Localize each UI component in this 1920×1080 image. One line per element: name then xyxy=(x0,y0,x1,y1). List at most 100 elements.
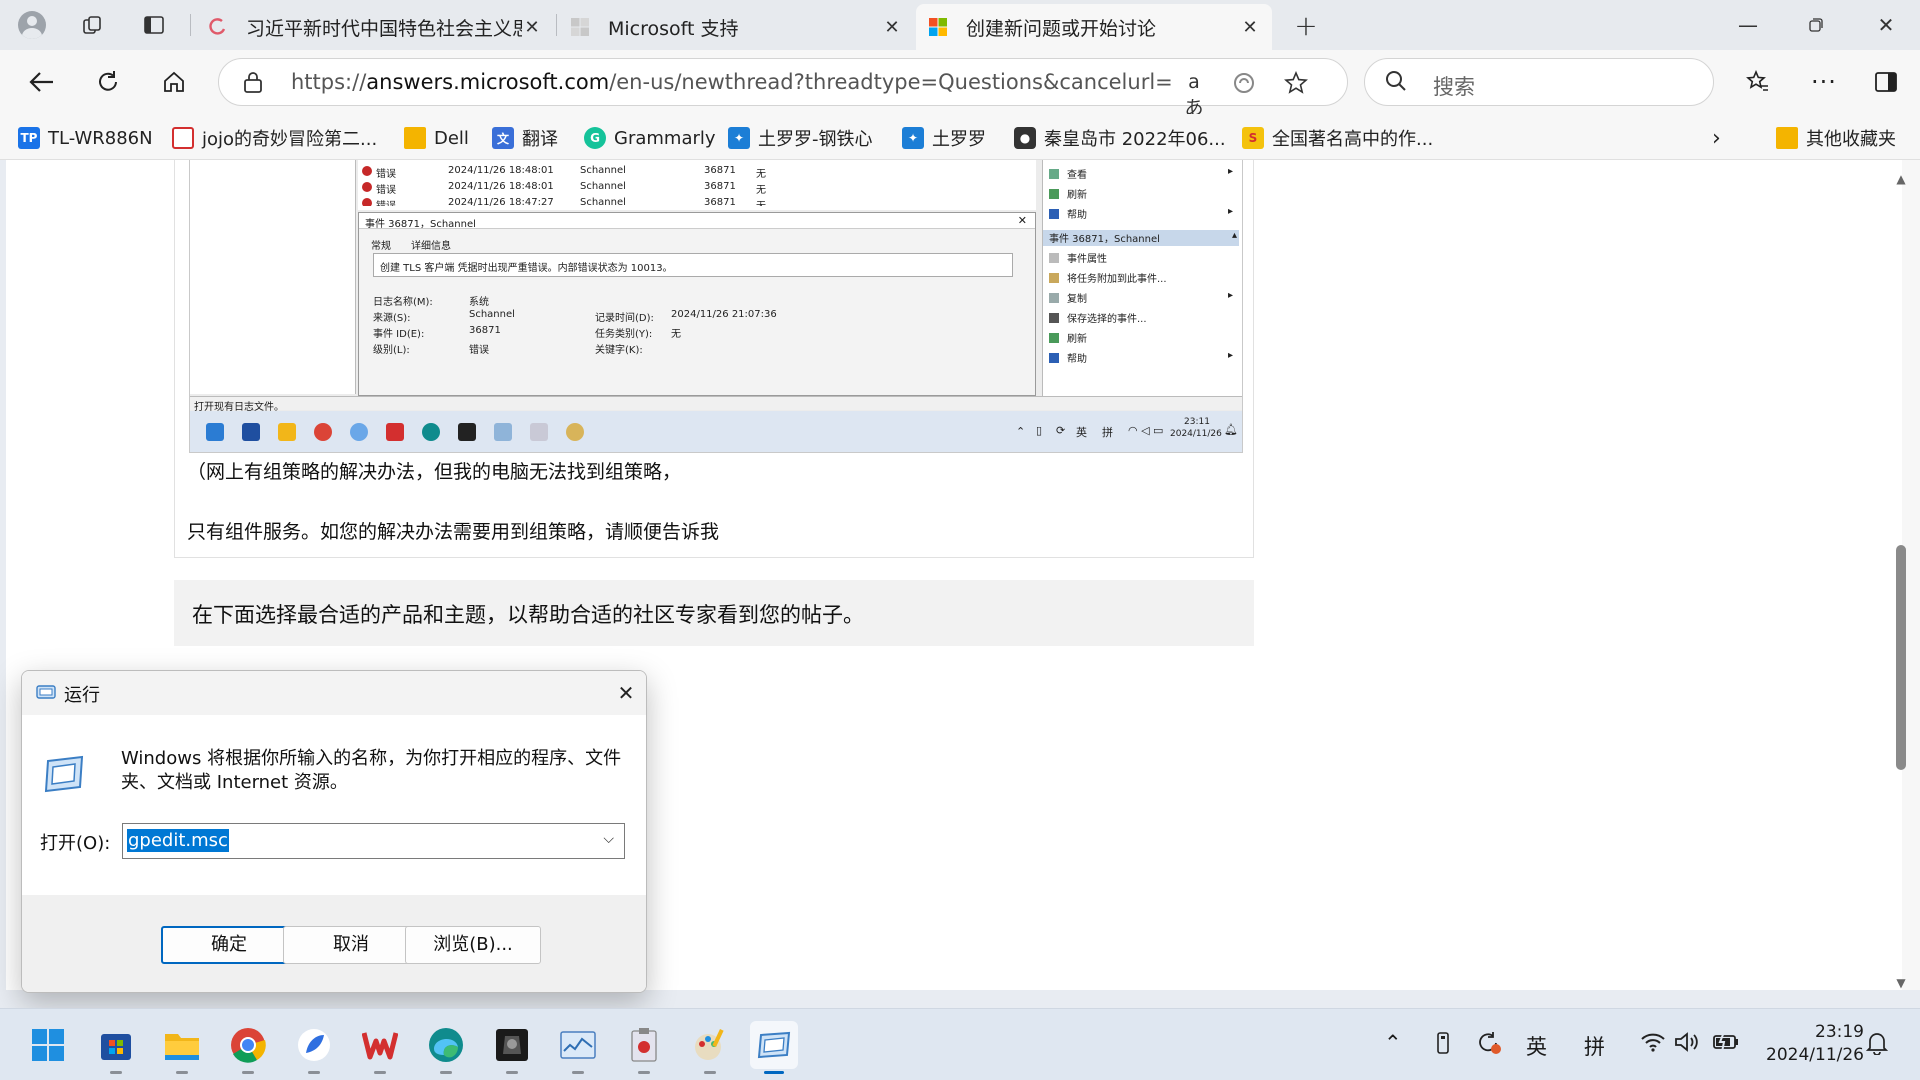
run-dialog-title: 运行 xyxy=(64,685,100,706)
run-app-icon[interactable] xyxy=(750,1021,798,1074)
cancel-button[interactable]: 取消 xyxy=(283,926,419,964)
favorite-label: 土罗罗-钢铁心 xyxy=(758,129,873,150)
post-text-line: （网上有组策略的解决办法，但我的电脑无法找到组策略， xyxy=(187,461,682,483)
close-tab-icon[interactable]: ✕ xyxy=(1240,17,1260,38)
event-detail-pane: 事件 36871，Schannel ✕ 常规 详细信息 创建 TLS 客户端 凭据… xyxy=(358,212,1036,396)
ime-language-indicator[interactable]: 英 xyxy=(1526,1031,1547,1061)
other-favorites-label: 其他收藏夹 xyxy=(1806,129,1896,150)
favorite-qinhuangdao[interactable]: ● 秦皇岛市 2022年06... xyxy=(1014,124,1226,152)
back-arrow-icon[interactable] xyxy=(24,64,60,100)
game-icon: ✦ xyxy=(902,127,924,149)
run-command-value[interactable]: gpedit.msc xyxy=(127,829,229,852)
read-aloud-icon[interactable]: aあ xyxy=(1181,71,1207,119)
sync-icon[interactable] xyxy=(1231,71,1257,97)
battery-charging-icon[interactable] xyxy=(1712,1031,1740,1058)
event-tree-pane xyxy=(190,160,356,394)
run-dialog-titlebar[interactable]: 运行 ✕ xyxy=(22,671,646,715)
profile-avatar-icon[interactable] xyxy=(16,10,48,40)
system-clock[interactable]: 23:19 2024/11/26 xyxy=(1762,1021,1864,1067)
favorite-jojo[interactable]: jojo的奇妙冒险第二... xyxy=(172,124,377,152)
task-app-icon[interactable] xyxy=(620,1021,668,1074)
chrome-icon[interactable] xyxy=(224,1021,272,1074)
vertical-tabs-icon[interactable] xyxy=(138,10,170,40)
volume-icon[interactable] xyxy=(1674,1031,1700,1058)
event-row: 错误 2024/11/26 18:48:01 Schannel 36871 无 xyxy=(358,180,1018,196)
system-monitor-icon[interactable] xyxy=(554,1021,602,1074)
run-dialog-description: Windows 将根据你所输入的名称，为你打开相应的程序、文件夹、文档或 Int… xyxy=(121,748,622,793)
scroll-up-arrow-icon[interactable]: ▲ xyxy=(1894,172,1908,186)
favorite-turoro-steel-heart[interactable]: ✦ 土罗罗-钢铁心 xyxy=(728,124,873,152)
close-icon[interactable]: ✕ xyxy=(610,677,642,709)
browser-toolbar: https://answers.microsoft.com/en-us/newt… xyxy=(0,50,1920,119)
folder-icon xyxy=(404,127,426,149)
home-icon[interactable] xyxy=(156,64,192,100)
sync-status-icon[interactable] xyxy=(1476,1031,1502,1060)
favorite-grammarly[interactable]: G Grammarly xyxy=(584,124,716,152)
translate-icon: 文 xyxy=(492,127,514,149)
microsoft-logo-icon xyxy=(571,18,589,36)
minimize-icon[interactable]: — xyxy=(1724,10,1772,40)
clock-date: 2024/11/26 xyxy=(1766,1045,1864,1065)
wifi-icon[interactable] xyxy=(1640,1031,1666,1058)
tab-title: 习近平新时代中国特色社会主义思 xyxy=(246,17,522,40)
tab-create-new-question[interactable]: 创建新问题或开始讨论 ✕ xyxy=(916,4,1272,50)
refresh-icon[interactable] xyxy=(90,64,126,100)
address-bar[interactable]: https://answers.microsoft.com/en-us/newt… xyxy=(218,58,1348,119)
game-app-icon[interactable] xyxy=(488,1021,536,1074)
scroll-down-arrow-icon[interactable]: ▼ xyxy=(1894,976,1908,990)
event-row: 错误 2024/11/26 18:48:01 Schannel 36871 无 xyxy=(358,164,1018,180)
browse-button[interactable]: 浏览(B)... xyxy=(405,926,541,964)
more-options-icon[interactable]: ··· xyxy=(1806,64,1842,100)
search-box[interactable]: 搜索 xyxy=(1364,58,1714,106)
chevron-down-icon[interactable]: ⌵ xyxy=(603,831,614,847)
restore-icon[interactable] xyxy=(1792,10,1840,40)
feather-app-icon[interactable] xyxy=(290,1021,338,1074)
tab-title: 创建新问题或开始讨论 xyxy=(966,17,1157,40)
close-tab-icon[interactable]: ✕ xyxy=(522,17,542,38)
tab-strip: 习近平新时代中国特色社会主义思 ✕ Microsoft 支持 ✕ 创建新问题或开… xyxy=(0,0,1920,50)
run-dialog: 运行 ✕ Windows 将根据你所输入的名称，为你打开相应的程序、文件夹、文档… xyxy=(21,670,647,993)
chevron-right-icon[interactable]: › xyxy=(1712,124,1721,152)
sidebar-toggle-icon[interactable] xyxy=(1868,64,1904,100)
favorite-label: Grammarly xyxy=(614,127,716,149)
favorites-list-icon[interactable] xyxy=(1740,64,1776,100)
usb-device-icon[interactable] xyxy=(1434,1031,1452,1060)
favorite-tl-wr886n[interactable]: TP TL-WR886N xyxy=(18,124,153,152)
wps-icon[interactable] xyxy=(356,1021,404,1074)
close-tab-icon[interactable]: ✕ xyxy=(882,17,902,38)
favorite-translate[interactable]: 文 翻译 xyxy=(492,124,558,152)
ime-mode-indicator[interactable]: 拼 xyxy=(1584,1031,1605,1061)
post-text-line: 只有组件服务。如您的解决办法需要用到组策略，请顺便告诉我 xyxy=(187,521,720,543)
video-icon: ● xyxy=(1014,127,1036,149)
tab-xi-jinping-thought[interactable]: 习近平新时代中国特色社会主义思 ✕ xyxy=(196,4,554,50)
scrollbar-thumb[interactable] xyxy=(1896,545,1906,770)
notification-bell-icon[interactable] xyxy=(1865,1031,1889,1060)
folder-icon xyxy=(1776,127,1798,149)
url-text[interactable]: https://answers.microsoft.com/en-us/newt… xyxy=(291,70,1171,94)
spiral-icon xyxy=(209,18,226,35)
other-favorites[interactable]: 其他收藏夹 xyxy=(1776,124,1896,152)
new-tab-plus-icon[interactable]: + xyxy=(1290,9,1322,42)
store-icon[interactable] xyxy=(92,1021,140,1074)
ok-button[interactable]: 确定 xyxy=(161,926,297,964)
paint-app-icon[interactable] xyxy=(686,1021,734,1074)
edge-icon[interactable] xyxy=(422,1021,470,1074)
collections-icon[interactable] xyxy=(76,10,108,40)
grammarly-icon: G xyxy=(584,127,606,149)
lock-icon[interactable] xyxy=(243,71,263,93)
tab-microsoft-support[interactable]: Microsoft 支持 ✕ xyxy=(558,4,914,50)
favorite-famous-high-school[interactable]: S 全国著名高中的作... xyxy=(1242,124,1433,152)
favorite-star-icon[interactable] xyxy=(1283,70,1309,97)
favorite-label: 秦皇岛市 2022年06... xyxy=(1044,129,1226,150)
start-icon[interactable] xyxy=(24,1021,72,1069)
post-content-box[interactable]: 错误 2024/11/26 18:48:01 Schannel 36871 无 错误 20… xyxy=(174,160,1254,558)
chevron-up-icon[interactable]: ⌃ xyxy=(1384,1031,1402,1055)
close-window-icon[interactable]: ✕ xyxy=(1862,10,1910,40)
favorites-bar: TP TL-WR886N jojo的奇妙冒险第二... Dell 文 翻译 G … xyxy=(0,114,1920,160)
favorite-dell[interactable]: Dell xyxy=(404,124,469,152)
run-command-input[interactable]: gpedit.msc ⌵ xyxy=(122,823,625,859)
favorite-turoro[interactable]: ✦ 土罗罗 xyxy=(902,124,986,152)
file-explorer-icon[interactable] xyxy=(158,1021,206,1074)
tab-title: Microsoft 支持 xyxy=(608,17,739,40)
event-actions-pane: 查看 ▸ 刷新 帮助 ▸ 事件 36871，Schannel ▴ 事件属性 将任务附加… xyxy=(1042,160,1242,396)
